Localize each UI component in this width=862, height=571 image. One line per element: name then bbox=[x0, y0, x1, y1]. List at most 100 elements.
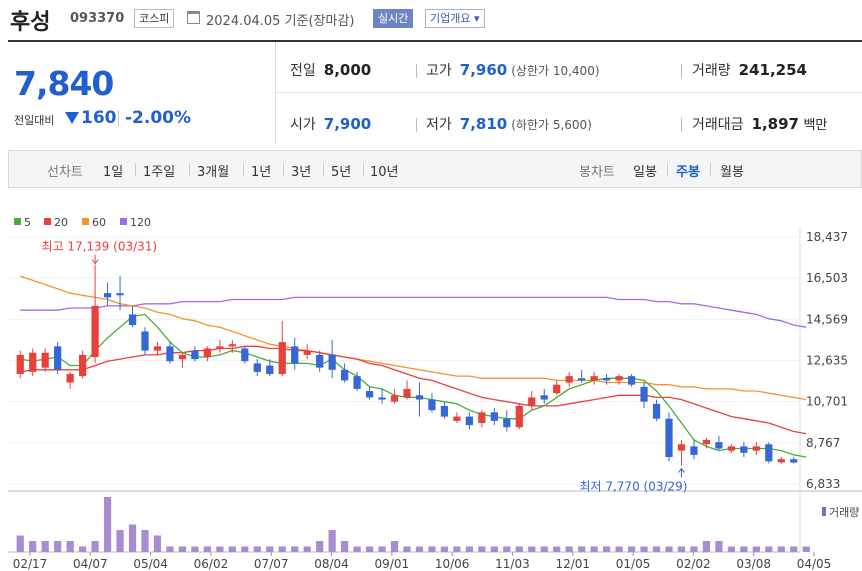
candle-body bbox=[128, 314, 137, 326]
volume-bar bbox=[79, 546, 87, 552]
candle-body bbox=[590, 376, 598, 381]
x-tick-label: 11/03 bbox=[495, 557, 530, 571]
candle-body bbox=[478, 412, 486, 423]
candle-body bbox=[777, 459, 785, 463]
candle-body bbox=[253, 363, 261, 372]
y-tick-label: 8,767 bbox=[806, 436, 840, 450]
volume-bar bbox=[752, 546, 760, 552]
candle-body bbox=[640, 386, 648, 402]
volume-bar bbox=[203, 546, 211, 552]
candle-body bbox=[66, 374, 74, 383]
volume-bar bbox=[503, 546, 511, 552]
candle-body bbox=[29, 352, 37, 372]
candle-body bbox=[627, 376, 636, 385]
candle-body bbox=[465, 416, 473, 426]
x-tick-label: 09/01 bbox=[375, 557, 410, 571]
volume-bar bbox=[615, 546, 623, 552]
volume-bar bbox=[478, 546, 486, 552]
candle-body bbox=[665, 418, 673, 458]
volume-bar bbox=[228, 546, 236, 552]
volume-bar bbox=[103, 497, 112, 552]
volume-bar bbox=[627, 546, 636, 552]
min-annotation: 최저 7,770 (03/29) bbox=[579, 480, 687, 494]
volume-bar bbox=[328, 530, 336, 552]
candle-body bbox=[203, 348, 211, 357]
candle-body bbox=[453, 416, 461, 421]
volume-bar bbox=[578, 546, 586, 552]
volume-bar bbox=[440, 546, 449, 552]
volume-bar bbox=[540, 546, 548, 552]
candle-body bbox=[103, 293, 112, 298]
volume-bar bbox=[640, 546, 648, 552]
candle-body bbox=[178, 354, 187, 360]
volume-bar bbox=[603, 546, 611, 552]
x-tick-label: 02/17 bbox=[13, 557, 48, 571]
volume-bar bbox=[241, 546, 249, 552]
volume-bar bbox=[790, 546, 798, 552]
volume-bar bbox=[166, 546, 174, 552]
volume-bar bbox=[128, 524, 137, 552]
volume-bar bbox=[740, 546, 748, 552]
candle-body bbox=[378, 397, 386, 400]
ma-line-5 bbox=[20, 313, 807, 458]
candle-body bbox=[166, 346, 174, 362]
x-tick-label: 08/04 bbox=[314, 557, 349, 571]
volume-bar bbox=[453, 546, 461, 552]
volume-bar bbox=[41, 541, 49, 552]
x-tick-label: 12/01 bbox=[555, 557, 590, 571]
volume-bar bbox=[702, 541, 711, 552]
candle-body bbox=[353, 376, 361, 389]
ma-line-20 bbox=[20, 345, 807, 435]
x-tick-label: 01/05 bbox=[616, 557, 651, 571]
volume-bar bbox=[590, 546, 598, 552]
candle-body bbox=[565, 376, 573, 383]
candle-body bbox=[578, 378, 586, 381]
candle-body bbox=[540, 395, 548, 400]
x-tick-label: 05/04 bbox=[133, 557, 168, 571]
candle-body bbox=[503, 418, 511, 428]
volume-bar bbox=[91, 541, 99, 552]
volume-bar bbox=[16, 535, 24, 552]
volume-label: 거래량 bbox=[829, 506, 859, 519]
x-tick-label: 06/02 bbox=[194, 557, 229, 571]
candlestick-chart[interactable]: 18,437 16,503 14,569 12,635 10,701 8,767 6,833… bbox=[0, 0, 862, 571]
volume-bar bbox=[365, 546, 374, 552]
volume-bar bbox=[690, 546, 698, 552]
x-tick-label: 07/07 bbox=[254, 557, 289, 571]
ma-line-60 bbox=[19, 275, 807, 401]
y-tick-label: 16,503 bbox=[806, 271, 848, 285]
candle-body bbox=[428, 399, 436, 411]
candle-body bbox=[440, 405, 449, 417]
candle-body bbox=[41, 352, 49, 368]
volume-bar bbox=[727, 546, 735, 552]
candle-body bbox=[740, 446, 748, 453]
candle-body bbox=[228, 344, 236, 347]
y-tick-label: 12,635 bbox=[806, 354, 848, 368]
candle-body bbox=[702, 440, 711, 445]
candle-body bbox=[390, 395, 399, 402]
volume-bar bbox=[266, 546, 274, 552]
volume-bar bbox=[765, 546, 773, 552]
volume-bar bbox=[54, 541, 62, 552]
volume-bar bbox=[390, 541, 399, 552]
candle-body bbox=[403, 388, 411, 398]
volume-bar bbox=[253, 546, 261, 552]
candle-body bbox=[241, 348, 249, 362]
legend-swatch bbox=[120, 218, 127, 225]
volume-legend-swatch bbox=[822, 507, 826, 516]
candle-body bbox=[415, 395, 424, 400]
candle-body bbox=[266, 365, 274, 375]
candle-body bbox=[278, 342, 286, 375]
y-tick-label: 18,437 bbox=[806, 230, 848, 244]
x-tick-label: 10/06 bbox=[435, 557, 470, 571]
candle-body bbox=[615, 376, 623, 381]
x-tick-label: 04/07 bbox=[73, 557, 108, 571]
volume-bar bbox=[515, 546, 523, 552]
candle-body bbox=[515, 405, 523, 428]
volume-bar bbox=[415, 546, 424, 552]
legend-swatch bbox=[44, 218, 51, 225]
volume-bar bbox=[191, 546, 199, 552]
volume-bar bbox=[116, 530, 124, 552]
volume-bar bbox=[178, 546, 187, 552]
candle-body bbox=[153, 346, 162, 351]
